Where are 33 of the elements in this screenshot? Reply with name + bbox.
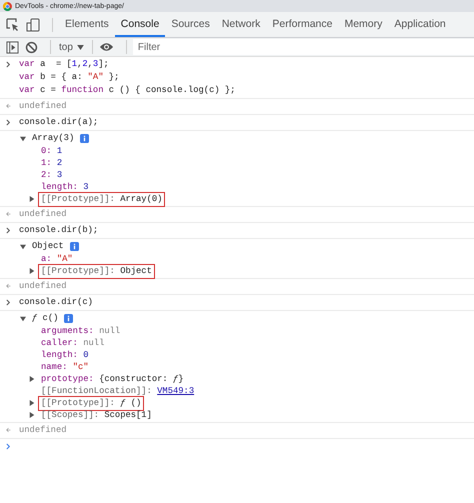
result-text: undefined [19,208,67,221]
property-line: a: "A" [40,252,74,266]
tab[interactable]: Elements [59,12,115,37]
tab[interactable]: Memory [338,12,388,37]
tab[interactable]: Network [216,12,266,37]
property-line: caller: null [40,336,106,350]
property-line: arguments: null [40,324,122,338]
property-line[interactable]: prototype: {constructor: ƒ} [38,372,187,386]
property-line: name: "c" [40,360,90,374]
object-header[interactable]: Object [32,240,64,253]
code-line: var c = function c () { console.log(c) }; [19,84,236,97]
code-line: console.dir(c) [19,296,93,309]
context-dropdown[interactable]: top [57,42,86,52]
result-text: undefined [19,100,67,113]
property-line: 1: 2 [40,156,64,170]
object-header[interactable]: ƒ c() [32,312,58,325]
property-line[interactable]: [[Scopes]]: Scopes[1] [38,408,155,422]
result-text: undefined [19,280,67,293]
tab[interactable]: Sources [165,12,216,37]
property-line: 2: 3 [40,168,64,182]
filter-field[interactable]: Filter [132,39,474,55]
code-line: console.dir(a); [19,116,98,129]
object-header[interactable]: Array(3) [32,132,74,145]
code-line: var a = [1,2,3]; [19,58,110,71]
code-line: console.dir(b); [19,224,98,237]
code-line: var b = { a: "A" }; [19,71,120,84]
property-line: [[FunctionLocation]]: VM549:3 [40,384,196,398]
property-line: length: 3 [40,180,90,194]
property-line: 0: 1 [40,144,64,158]
tab[interactable]: Application [388,12,452,37]
tab[interactable]: Performance [266,12,338,37]
result-text: undefined [19,424,67,437]
property-line: length: 0 [40,348,90,362]
